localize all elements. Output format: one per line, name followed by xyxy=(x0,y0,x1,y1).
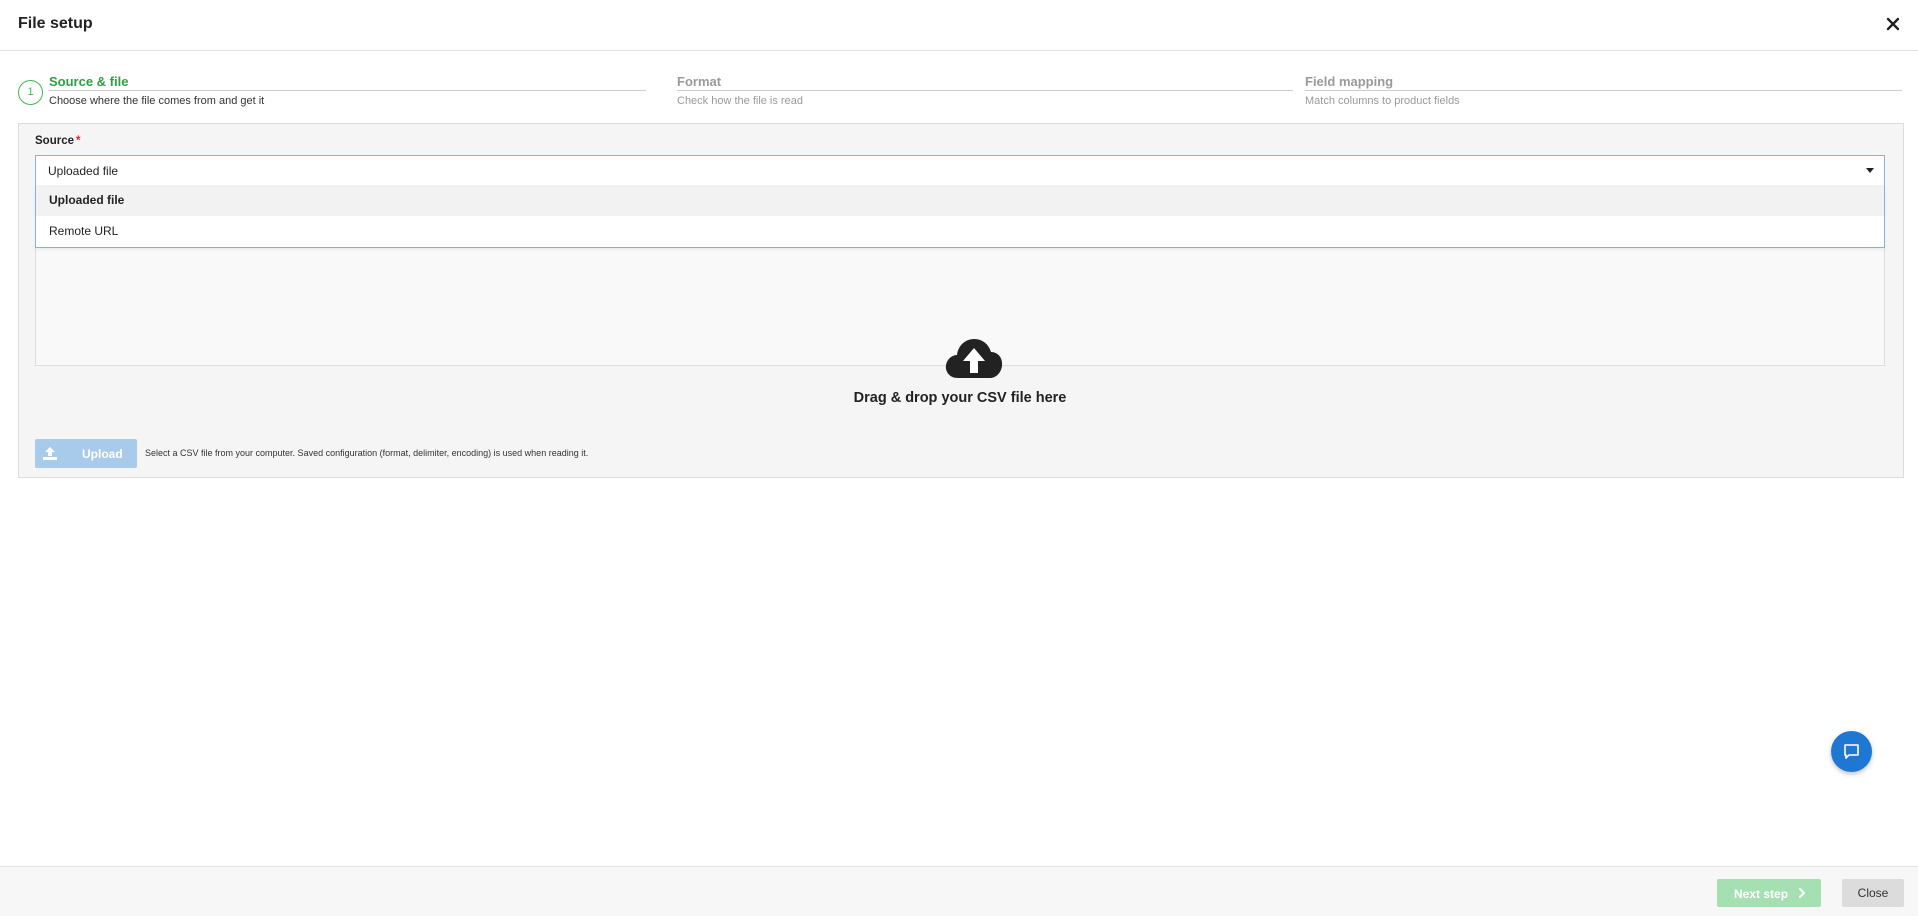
cloud-upload-icon xyxy=(945,339,1003,378)
upload-icon xyxy=(43,447,57,460)
source-panel: Source * Drag & drop your CSV file here U… xyxy=(18,123,1904,478)
step-label: Field mapping xyxy=(1305,74,1394,89)
source-selected-value: Uploaded file xyxy=(48,164,119,178)
source-label: Source * xyxy=(35,135,80,147)
required-mark: * xyxy=(76,135,81,147)
step-description: Check how the file is read xyxy=(677,95,803,107)
source-select[interactable]: Uploaded file xyxy=(35,155,1885,185)
step-label: Format xyxy=(677,74,722,89)
chevron-right-icon xyxy=(1799,888,1805,898)
wizard-steps: 1 Source & file Choose where the file co… xyxy=(18,72,1902,112)
step-divider xyxy=(1305,90,1902,91)
source-label-text: Source xyxy=(35,135,74,147)
modal-footer: Next step Close xyxy=(0,866,1918,916)
step-description: Choose where the file comes from and get… xyxy=(49,95,265,107)
upload-button[interactable]: Upload xyxy=(35,439,137,468)
chat-button[interactable] xyxy=(1831,731,1872,772)
chat-bubble-icon xyxy=(1844,744,1859,759)
close-button[interactable]: Close xyxy=(1842,879,1904,907)
source-option-remote-url[interactable]: Remote URL xyxy=(36,216,1884,247)
dropzone-text: Drag & drop your CSV file here xyxy=(853,390,1067,406)
step-source-file: 1 Source & file Choose where the file co… xyxy=(18,72,646,112)
modal-title: File setup xyxy=(18,15,93,32)
upload-button-label: Upload xyxy=(82,447,123,461)
step-label: Source & file xyxy=(49,74,129,89)
source-option-uploaded-file[interactable]: Uploaded file xyxy=(36,185,1884,216)
step-divider xyxy=(49,90,646,91)
source-dropdown-menu: Uploaded file Remote URL xyxy=(35,185,1885,248)
step-number: 1 xyxy=(18,80,43,105)
next-step-button[interactable]: Next step xyxy=(1717,879,1821,907)
close-x-icon[interactable] xyxy=(1882,13,1904,35)
step-divider xyxy=(677,90,1293,91)
next-step-label: Next step xyxy=(1734,887,1789,901)
upload-help-text: Select a CSV file from your computer. Sa… xyxy=(145,448,589,458)
step-field-mapping: Field mapping Match columns to product f… xyxy=(1305,72,1902,112)
step-format: Format Check how the file is read xyxy=(677,72,1293,112)
modal-header: File setup xyxy=(0,0,1918,51)
caret-down-icon xyxy=(1866,168,1874,173)
step-description: Match columns to product fields xyxy=(1305,95,1460,107)
